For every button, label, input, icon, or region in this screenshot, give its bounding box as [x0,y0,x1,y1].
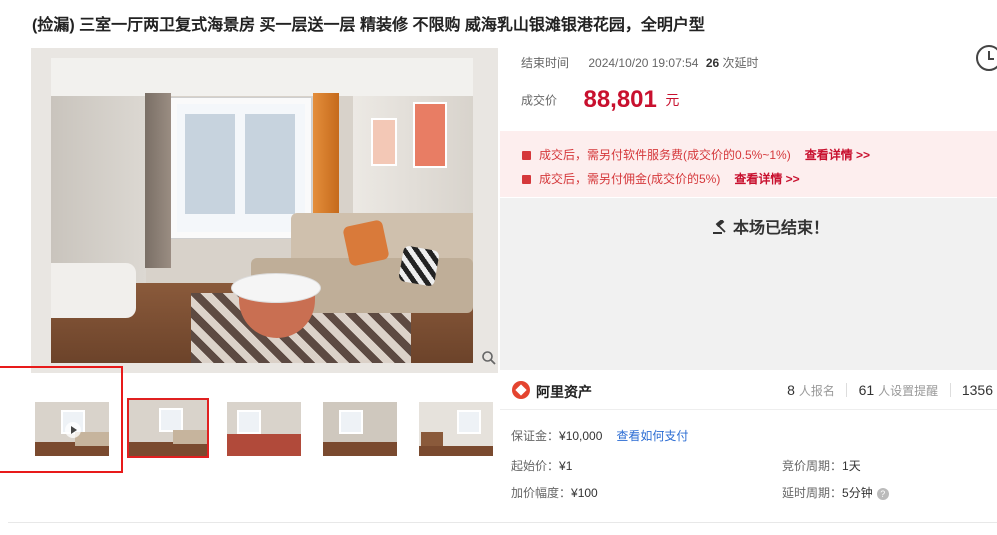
timer-icon[interactable] [976,45,997,71]
view-count: 1356 [961,382,993,398]
increment-value: ¥100 [571,486,598,500]
start-price-row: 起始价：¥1 [511,459,573,473]
bag-icon [522,175,531,184]
delay-count: 26 [705,56,720,70]
notice-commission: 成交后，需另付佣金(成交价的5%) 查看详情 >> [522,170,800,187]
deposit-row: 保证金：¥10,000 查看如何支付 [511,429,689,443]
highlight-box [0,366,123,473]
deposit-value: ¥10,000 [559,429,603,443]
end-time-row: 结束时间 2024/10/20 19:07:54 26 次延时 [521,54,759,71]
page-title: (捡漏) 三室一厅两卫复式海景房 买一层送一层 精装修 不限购 威海乳山银滩银港… [32,17,705,34]
ali-assets-logo-icon [512,381,530,399]
bid-cycle-row: 竞价周期：1天 [782,459,861,473]
signup-count: 8 [787,382,795,398]
delay-cycle-row: 延时周期：5分钟? [782,484,889,501]
brand-name: 阿里资产 [536,384,592,400]
increment-row: 加价幅度：¥100 [511,486,598,500]
thumbnail-photo-selected[interactable] [127,398,209,458]
price-label: 成交价 [521,93,558,108]
thumbnail-photo[interactable] [323,402,397,456]
status-text: 本场已结束！ [713,214,829,238]
service-fee-details-link[interactable]: 查看详情 >> [805,148,870,162]
commission-details-link[interactable]: 查看详情 >> [734,172,799,186]
delay-cycle-value: 5分钟 [842,486,873,500]
fee-notice: 成交后，需另付软件服务费(成交价的0.5%~1%) 查看详情 >> 成交后，需另付… [500,131,997,197]
final-price: 88,801 [583,86,657,113]
thumbnail-photo[interactable] [419,402,493,456]
divider [8,522,997,523]
brand-row: 阿里资产 8 人报名 61 人设置提醒 1356 [500,370,997,410]
delay-suffix: 次延时 [722,56,759,70]
zoom-icon[interactable] [481,350,497,366]
auction-status-box: 本场已结束！ [500,198,997,370]
main-photo[interactable] [31,48,498,373]
living-room-image [51,58,473,363]
bag-icon [522,151,531,160]
notice-service-fee: 成交后，需另付软件服务费(成交价的0.5%~1%) 查看详情 >> [522,146,870,163]
thumbnail-photo[interactable] [227,402,301,456]
end-time-label: 结束时间 [521,56,570,70]
how-to-pay-link[interactable]: 查看如何支付 [616,429,688,443]
reminder-count: 61 [858,382,875,398]
price-unit: 元 [665,92,680,108]
gavel-icon [713,220,726,234]
end-time-value: 2024/10/20 19:07:54 [588,56,699,70]
start-price-value: ¥1 [559,459,573,473]
help-icon[interactable]: ? [876,488,889,500]
bid-cycle-value: 1天 [842,459,861,473]
auction-stats: 8 人报名 61 人设置提醒 1356 [787,382,993,398]
price-row: 成交价 88,801 元 [521,86,679,114]
